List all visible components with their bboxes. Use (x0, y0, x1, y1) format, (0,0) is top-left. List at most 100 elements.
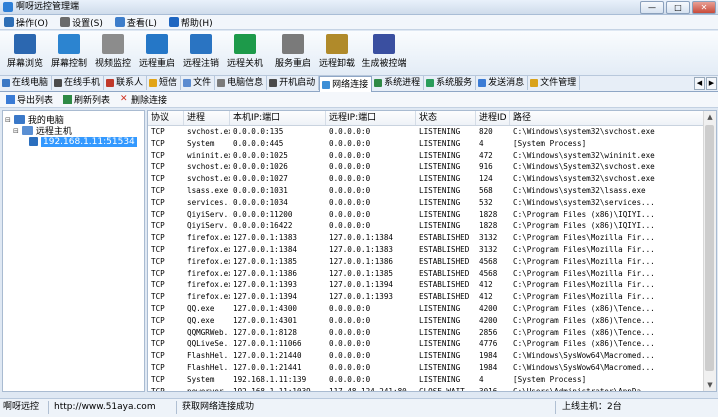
table-row[interactable]: TCP firefox.exe127.0.0.1:1384 127.0.0.1:13… (148, 244, 704, 256)
tab-scroll-left-icon[interactable]: ◀ (694, 77, 705, 90)
minimize-button[interactable]: — (640, 1, 664, 14)
file-manager-icon (530, 79, 539, 87)
table-row[interactable]: TCP svchost.exe0.0.0.0:1027 0.0.0.0:0 LISTE… (148, 173, 704, 185)
toolbar-button-1[interactable]: 屏幕控制 (48, 33, 90, 73)
column-header[interactable]: 远程IP:端口 (326, 111, 416, 125)
tab-11[interactable]: 文件管理 (528, 76, 581, 90)
table-row[interactable]: TCP svchost.exe0.0.0.0:1026 0.0.0.0:0 LISTE… (148, 161, 704, 173)
table-row[interactable]: TCP QQ.exe 127.0.0.1:4301 0.0.0.0:0 LISTENIN… (148, 315, 704, 327)
table-row[interactable]: TCP FlashHel...127.0.0.1:21440 0.0.0.0:0 LI… (148, 350, 704, 362)
column-header[interactable]: 进程ID (476, 111, 510, 125)
menu-item-2[interactable]: 查看(L) (114, 16, 157, 29)
menu-item-0[interactable]: 操作(O) (4, 16, 48, 29)
menu-item-1[interactable]: 设置(S) (60, 16, 103, 29)
toolbar-button-label: 远程重启 (138, 59, 175, 69)
table-row[interactable]: TCP FlashHel...127.0.0.1:21441 0.0.0.0:0 LI… (148, 362, 704, 374)
toolbar-button-6[interactable]: 服务重启 (272, 33, 314, 73)
toolbar-button-7[interactable]: 远程卸载 (316, 33, 358, 73)
tab-label: 文件管理 (540, 78, 577, 88)
vertical-scrollbar[interactable]: ▲ ▼ (703, 111, 716, 391)
table-row[interactable]: TCP wininit.exe0.0.0.0:1025 0.0.0.0:0 LISTE… (148, 150, 704, 162)
status-divider (176, 401, 177, 414)
toolbar-button-8[interactable]: 生成被控端 (360, 33, 408, 73)
toolbar-button-label: 视频监控 (94, 59, 131, 69)
table-cell: 127.0.0.1:1383 (329, 244, 394, 254)
sub-toolbar-label: 删除连接 (131, 96, 168, 106)
tab-3[interactable]: 短信 (147, 76, 182, 90)
tab-7[interactable]: 网络连接 (319, 76, 373, 92)
table-cell: 0.0.0.0:1031 (233, 185, 288, 195)
tree-group[interactable]: ⊟ 远程主机 (13, 125, 72, 137)
table-row[interactable]: TCP firefox.exe127.0.0.1:1394 127.0.0.1:13… (148, 291, 704, 303)
table-row[interactable]: TCP services....0.0.0.0:1034 0.0.0.0:0 LIST… (148, 197, 704, 209)
tab-2[interactable]: 联系人 (104, 76, 148, 90)
tab-scroll-right-icon[interactable]: ▶ (706, 77, 717, 90)
table-cell: C:\Program Files (x86)\Tence... (513, 303, 655, 313)
tab-0[interactable]: 在线电脑 (0, 76, 53, 90)
table-cell: 127.0.0.1:1393 (329, 292, 394, 302)
table-row[interactable]: TCP svchost.exe0.0.0.0:135 0.0.0.0:0 LISTEN… (148, 126, 704, 138)
table-cell: 0.0.0.0:1034 (233, 197, 288, 207)
column-header[interactable]: 路径 (510, 111, 704, 125)
scroll-thumb[interactable] (705, 125, 714, 371)
table-cell: firefox.exe (187, 233, 230, 243)
column-header[interactable]: 本机IP:端口 (230, 111, 326, 125)
toolbar-button-5[interactable]: 远程关机 (224, 33, 266, 73)
message-icon (478, 79, 487, 87)
table-row[interactable]: TCP firefox.exe127.0.0.1:1386 127.0.0.1:13… (148, 268, 704, 280)
menu-item-3[interactable]: 帮助(H) (168, 16, 213, 29)
toolbar-button-3[interactable]: 远程重启 (136, 33, 178, 73)
table-cell: firefox.exe (187, 256, 230, 266)
tab-1[interactable]: 在线手机 (52, 76, 105, 90)
table-cell: LISTENING (419, 221, 461, 231)
scroll-up-icon[interactable]: ▲ (704, 111, 716, 123)
table-cell: 0.0.0.0:135 (233, 127, 284, 136)
sub-toolbar-button-1[interactable]: 刷新列表 (63, 93, 110, 106)
tab-6[interactable]: 开机启动 (267, 76, 320, 90)
table-row[interactable]: TCP QiyiServ...0.0.0.0:11200 0.0.0.0:0 LIST… (148, 209, 704, 221)
table-cell: lsass.exe (187, 185, 229, 195)
online-pc-icon (2, 79, 10, 87)
tree-host[interactable]: 192.168.1.11:51534 (29, 136, 137, 147)
tab-10[interactable]: 发送消息 (476, 76, 529, 90)
toolbar-button-0[interactable]: 屏幕浏览 (4, 33, 46, 73)
tab-9[interactable]: 系统服务 (424, 76, 477, 90)
app-logo-icon (3, 2, 13, 12)
table-row[interactable]: TCP QQMGRWeb...127.0.0.1:8128 0.0.0.0:0 LIS… (148, 327, 704, 339)
tab-label: 短信 (159, 78, 178, 88)
toolbar-button-2[interactable]: 视频监控 (92, 33, 134, 73)
column-header[interactable]: 状态 (416, 111, 476, 125)
table-row[interactable]: TCP QiyiServ...0.0.0.0:16422 0.0.0.0:0 LIST… (148, 220, 704, 232)
table-cell: TCP (151, 221, 165, 231)
sub-toolbar-button-0[interactable]: 导出列表 (6, 93, 53, 106)
collapse-icon[interactable]: ⊟ (13, 127, 19, 135)
table-row[interactable]: TCP lsass.exe 0.0.0.0:1031 0.0.0.0:0 LISTENI… (148, 185, 704, 197)
scroll-down-icon[interactable]: ▼ (704, 379, 716, 391)
table-row[interactable]: TCP firefox.exe127.0.0.1:1385 127.0.0.1:13… (148, 256, 704, 268)
table-row[interactable]: TCP QQLiveSe...127.0.0.1:11066 0.0.0.0:0 LI… (148, 338, 704, 350)
table-row[interactable]: TCP firefox.exe127.0.0.1:1383 127.0.0.1:13… (148, 232, 704, 244)
table-cell: TCP (151, 138, 165, 148)
column-header[interactable]: 协议 (148, 111, 184, 125)
table-cell: 127.0.0.1:1386 (329, 256, 394, 266)
tab-label: 发送消息 (488, 78, 525, 88)
collapse-icon[interactable]: ⊟ (5, 116, 11, 124)
table-cell: ESTABLISHED (419, 292, 470, 302)
table-row[interactable]: TCP System 192.168.1.11:139 0.0.0.0:0 LISTEN… (148, 374, 704, 386)
column-header[interactable]: 进程 (184, 111, 230, 125)
table-row[interactable]: TCP firefox.exe127.0.0.1:1393 127.0.0.1:13… (148, 279, 704, 291)
table-row[interactable]: TCP QQ.exe 127.0.0.1:4300 0.0.0.0:0 LISTENIN… (148, 303, 704, 315)
maximize-button[interactable]: □ (666, 1, 690, 14)
webcam-icon (102, 34, 124, 54)
tab-8[interactable]: 系统进程 (372, 76, 425, 90)
toolbar-button-4[interactable]: 远程注销 (180, 33, 222, 73)
close-button[interactable]: ✕ (692, 1, 716, 14)
table-cell: C:\Program Files (x86)\IQIYI... (513, 221, 655, 231)
table-row[interactable]: TCP System 0.0.0.0:445 0.0.0.0:0 LISTENING 4 [… (148, 138, 704, 150)
tab-5[interactable]: 电脑信息 (215, 76, 268, 90)
table-row[interactable]: TCP powerver...192.168.1.11:1039 117.48.12… (148, 386, 704, 391)
tab-4[interactable]: 文件 (181, 76, 216, 90)
table-cell: 0.0.0.0:1026 (233, 162, 288, 172)
sub-toolbar-button-2[interactable]: ✕ 删除连接 (120, 93, 168, 107)
network-icon (322, 80, 331, 89)
